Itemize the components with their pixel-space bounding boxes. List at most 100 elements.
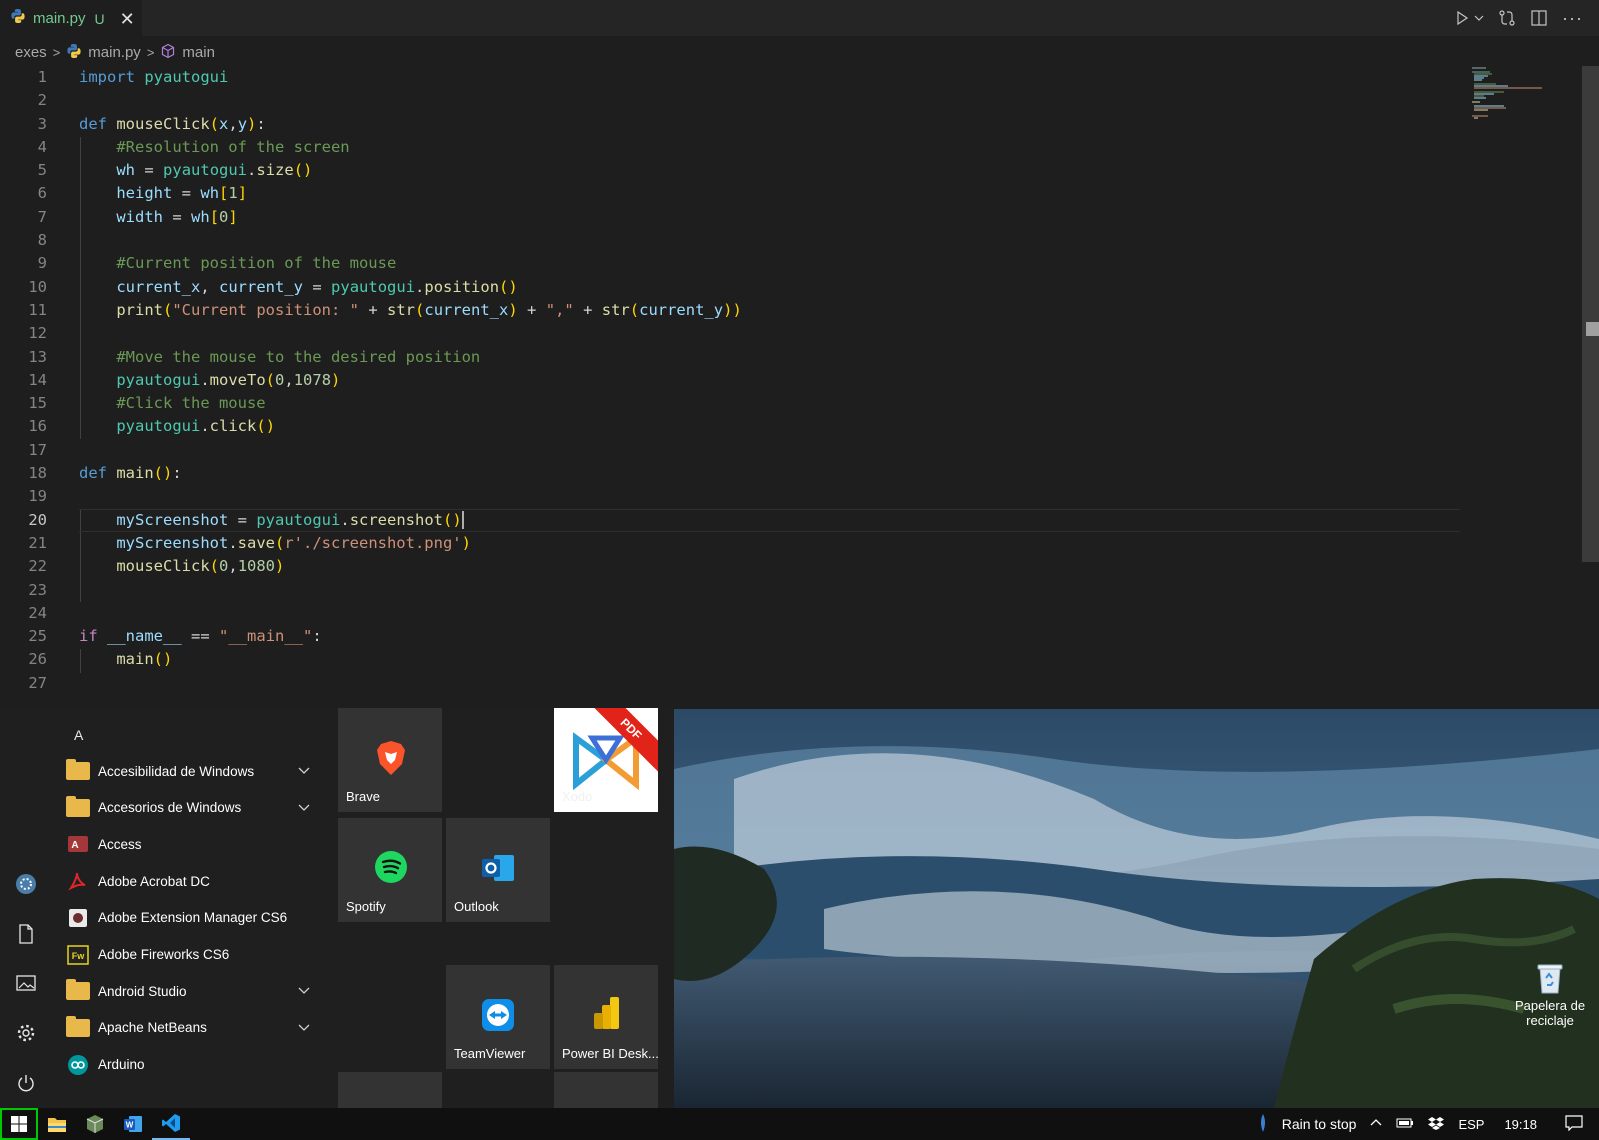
code-line[interactable]: 11 print("Current position: " + str(curr… (0, 299, 1460, 322)
recycle-bin-label: Papelera de reciclaje (1514, 998, 1586, 1028)
code-line[interactable]: 7 width = wh[0] (0, 206, 1460, 229)
app-list-item-label: Arduino (98, 1057, 145, 1073)
app-list-letter-header[interactable]: A (74, 727, 83, 743)
user-avatar-icon[interactable] (15, 873, 37, 895)
file-explorer-icon (48, 1118, 66, 1132)
compare-changes-icon[interactable] (1498, 9, 1516, 27)
split-editor-icon[interactable] (1530, 9, 1548, 27)
weather-text[interactable]: Rain to stop (1282, 1116, 1357, 1132)
chevron-down-icon[interactable] (298, 764, 310, 778)
code-line[interactable]: 21 myScreenshot.save(r'./screenshot.png'… (0, 532, 1460, 555)
breadcrumb: exes > main.py > main (0, 36, 1599, 69)
app-list-item[interactable]: Fw Adobe Fireworks CS6 (66, 938, 316, 972)
desktop-recycle-bin[interactable]: Papelera de reciclaje (1506, 962, 1594, 1028)
code-line[interactable]: 15 #Click the mouse (0, 392, 1460, 415)
taskbar-file-explorer[interactable] (38, 1108, 76, 1140)
code-text: #Resolution of the screen (116, 137, 350, 156)
code-line[interactable]: 19 (0, 485, 1460, 508)
code-editor[interactable]: 1 import pyautogui 2 3 def mouseClick(x,y): 4… (0, 66, 1460, 696)
code-line[interactable]: 4 #Resolution of the screen (0, 136, 1460, 159)
code-line[interactable]: 14 pyautogui.moveTo(0,1078) (0, 369, 1460, 392)
breadcrumb-symbol[interactable]: main (182, 44, 215, 61)
app-list-item[interactable]: Arduino (66, 1048, 316, 1082)
chevron-down-icon[interactable] (298, 801, 310, 815)
code-line[interactable]: 13 #Move the mouse to the desired positi… (0, 346, 1460, 369)
app-list-item-label: Accesorios de Windows (98, 800, 242, 816)
start-button[interactable] (0, 1108, 38, 1140)
code-line[interactable]: 17 (0, 439, 1460, 462)
start-menu: A Accesibilidad de Windows Accesorios de … (0, 708, 676, 1112)
dropbox-icon[interactable] (1428, 1116, 1445, 1133)
tile-label: Spotify (346, 899, 386, 914)
code-line[interactable]: 22 mouseClick(0,1080) (0, 555, 1460, 578)
tile-brave[interactable]: Brave (338, 708, 442, 812)
tile-xodo[interactable]: PDF Xodo (554, 708, 658, 812)
code-line[interactable]: 5 wh = pyautogui.size() (0, 159, 1460, 182)
tile-power-bi[interactable]: Power BI Desk... (554, 965, 659, 1069)
chevron-right-icon: > (52, 45, 61, 60)
document-icon[interactable] (15, 923, 37, 945)
taskbar-app-cube[interactable] (76, 1108, 114, 1140)
pictures-icon[interactable] (15, 972, 37, 994)
minimap[interactable] (1468, 66, 1552, 126)
close-icon[interactable]: ✕ (120, 10, 135, 28)
code-line[interactable]: 8 (0, 229, 1460, 252)
app-list-item[interactable]: Adobe Extension Manager CS6 (66, 901, 316, 935)
code-line[interactable]: 18 def main(): (0, 462, 1460, 485)
app-list-item[interactable]: Apache NetBeans (66, 1011, 316, 1045)
code-line[interactable]: 6 height = wh[1] (0, 182, 1460, 205)
chevron-up-icon[interactable] (1370, 1117, 1382, 1132)
code-line[interactable]: 10 current_x, current_y = pyautogui.posi… (0, 276, 1460, 299)
line-number: 21 (28, 533, 47, 552)
line-number: 5 (37, 161, 47, 180)
code-line[interactable]: 3 def mouseClick(x,y): (0, 113, 1460, 136)
notifications-icon[interactable] (1565, 1114, 1583, 1134)
tab-main-py[interactable]: main.py U ✕ (0, 0, 142, 36)
code-line[interactable]: 24 (0, 602, 1460, 625)
app-list: A Accesibilidad de Windows Accesorios de … (60, 709, 320, 1108)
tile-partial[interactable] (338, 1072, 442, 1112)
clock-time[interactable]: 19:18 (1504, 1117, 1537, 1132)
taskbar-word[interactable]: W (114, 1108, 152, 1140)
chevron-down-icon[interactable] (298, 1021, 310, 1035)
code-line[interactable]: 20 myScreenshot = pyautogui.screenshot() (0, 508, 1460, 532)
more-actions-icon[interactable]: ··· (1562, 8, 1583, 29)
app-list-item[interactable]: A Access (66, 827, 316, 861)
power-icon[interactable] (15, 1072, 37, 1094)
line-number: 27 (28, 673, 47, 692)
svg-text:W: W (126, 1121, 134, 1130)
app-list-item[interactable]: Accesibilidad de Windows (66, 754, 316, 788)
chevron-down-icon[interactable] (1474, 13, 1484, 23)
code-line[interactable]: 1 import pyautogui (0, 66, 1460, 89)
code-line[interactable]: 9 #Current position of the mouse (0, 252, 1460, 275)
run-icon[interactable] (1454, 10, 1470, 26)
breadcrumb-folder[interactable]: exes (15, 44, 47, 61)
line-number: 4 (37, 137, 47, 156)
breadcrumb-file[interactable]: main.py (88, 44, 141, 61)
line-number: 3 (37, 114, 47, 133)
tile-teamviewer[interactable]: TeamViewer (446, 965, 550, 1069)
code-line[interactable]: 23 (0, 579, 1460, 602)
line-number: 18 (28, 464, 47, 483)
battery-icon[interactable] (1396, 1117, 1414, 1132)
vertical-scrollbar[interactable] (1582, 66, 1599, 562)
tile-spotify[interactable]: Spotify (338, 818, 442, 922)
tile-outlook[interactable]: Outlook (446, 818, 550, 922)
tile-partial[interactable] (554, 1072, 658, 1112)
tab-untracked-badge: U (94, 10, 105, 27)
code-line[interactable]: 16 pyautogui.click() (0, 415, 1460, 438)
code-line[interactable]: 25 if __name__ == "__main__": (0, 625, 1460, 648)
weather-icon[interactable] (1258, 1112, 1268, 1137)
code-line[interactable]: 27 (0, 672, 1460, 695)
code-line[interactable]: 2 (0, 89, 1460, 112)
gear-icon[interactable] (15, 1022, 37, 1044)
chevron-down-icon[interactable] (298, 984, 310, 998)
app-list-item-label: Accesibilidad de Windows (98, 763, 255, 779)
app-list-item[interactable]: Adobe Acrobat DC (66, 864, 316, 898)
app-list-item[interactable]: Accesorios de Windows (66, 791, 316, 825)
code-line[interactable]: 26 main() (0, 648, 1460, 671)
code-line[interactable]: 12 (0, 322, 1460, 345)
language-indicator[interactable]: ESP (1458, 1117, 1484, 1132)
app-list-item[interactable]: Android Studio (66, 974, 316, 1008)
taskbar-vscode[interactable] (152, 1108, 190, 1140)
